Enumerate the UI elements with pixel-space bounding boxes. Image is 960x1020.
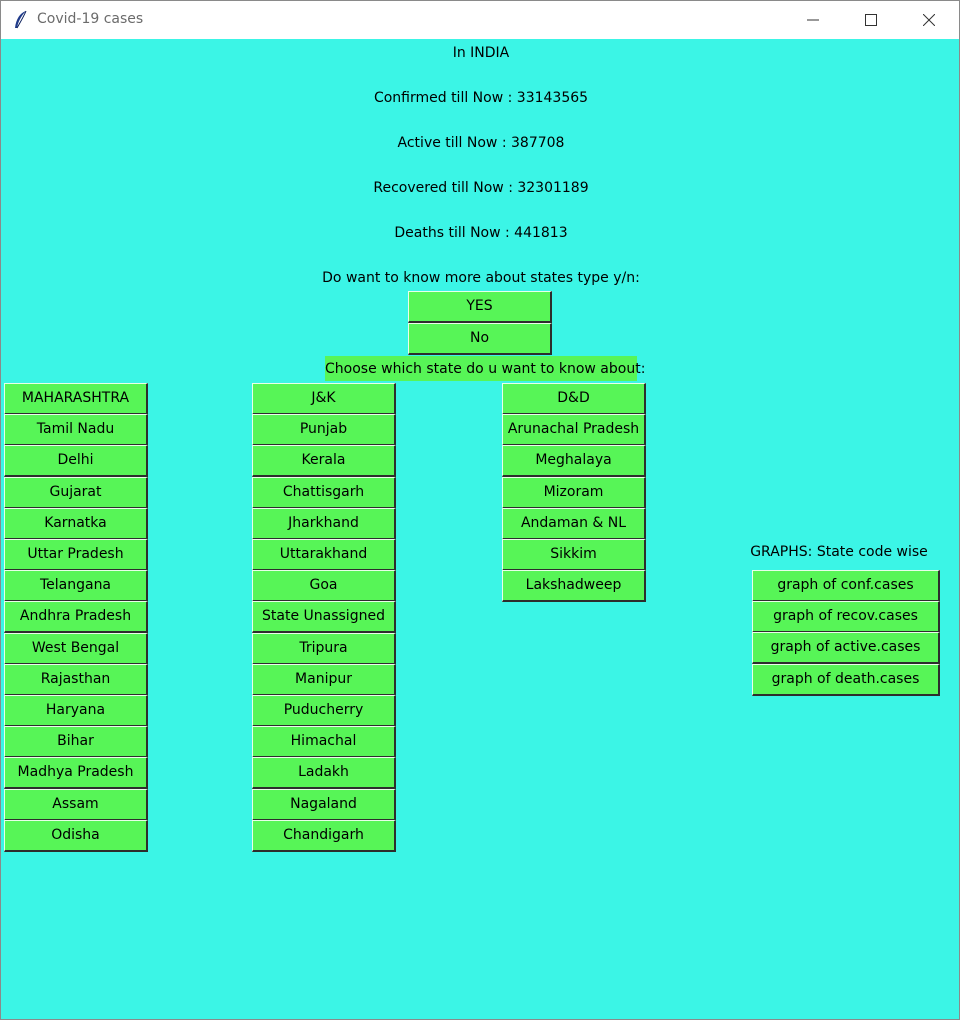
- state-button-punjab[interactable]: Punjab: [252, 414, 396, 447]
- state-button-tamil-nadu[interactable]: Tamil Nadu: [4, 414, 148, 447]
- state-button-meghalaya[interactable]: Meghalaya: [502, 445, 646, 478]
- state-button-chandigarh[interactable]: Chandigarh: [252, 819, 396, 852]
- recovered-count: Recovered till Now : 32301189: [373, 180, 589, 196]
- state-button-madhya-pradesh[interactable]: Madhya Pradesh: [4, 757, 148, 790]
- state-button-j-k[interactable]: J&K: [252, 383, 396, 415]
- feather-icon: [13, 10, 29, 30]
- state-button-telangana[interactable]: Telangana: [4, 570, 148, 603]
- state-button-kerala[interactable]: Kerala: [252, 445, 396, 478]
- active-count: Active till Now : 387708: [397, 135, 565, 151]
- confirmed-count: Confirmed till Now : 33143565: [373, 90, 589, 106]
- state-button-arunachal-pradesh[interactable]: Arunachal Pradesh: [502, 414, 646, 447]
- state-button-karnatka[interactable]: Karnatka: [4, 507, 148, 540]
- graph-active-button[interactable]: graph of active.cases: [752, 632, 940, 665]
- state-button-bihar[interactable]: Bihar: [4, 726, 148, 759]
- graph-confirmed-button[interactable]: graph of conf.cases: [752, 570, 940, 602]
- state-button-odisha[interactable]: Odisha: [4, 819, 148, 852]
- deaths-count: Deaths till Now : 441813: [394, 225, 568, 241]
- choose-state-label: Choose which state do u want to know abo…: [325, 356, 645, 381]
- main-area: In INDIA Confirmed till Now : 33143565 A…: [1, 39, 959, 1019]
- state-button-ladakh[interactable]: Ladakh: [252, 757, 396, 790]
- state-button-haryana[interactable]: Haryana: [4, 695, 148, 727]
- close-button[interactable]: [906, 1, 952, 39]
- state-button-maharashtra[interactable]: MAHARASHTRA: [4, 383, 148, 415]
- app-window: Covid-19 cases In INDIA Confirmed till N…: [0, 0, 960, 1020]
- state-button-rajasthan[interactable]: Rajasthan: [4, 663, 148, 696]
- state-button-puducherry[interactable]: Puducherry: [252, 695, 396, 727]
- state-button-jharkhand[interactable]: Jharkhand: [252, 507, 396, 540]
- window-title: Covid-19 cases: [37, 11, 144, 27]
- state-button-andaman-nl[interactable]: Andaman & NL: [502, 507, 646, 540]
- title-bar[interactable]: Covid-19 cases: [1, 1, 959, 39]
- state-button-goa[interactable]: Goa: [252, 570, 396, 603]
- state-button-west-bengal[interactable]: West Bengal: [4, 632, 148, 665]
- state-button-uttar-pradesh[interactable]: Uttar Pradesh: [4, 539, 148, 571]
- state-button-mizoram[interactable]: Mizoram: [502, 476, 646, 509]
- state-button-manipur[interactable]: Manipur: [252, 663, 396, 696]
- state-button-d-d[interactable]: D&D: [502, 383, 646, 415]
- state-button-delhi[interactable]: Delhi: [4, 445, 148, 478]
- state-button-himachal[interactable]: Himachal: [252, 726, 396, 759]
- graphs-heading: GRAPHS: State code wise: [750, 544, 928, 560]
- state-button-chattisgarh[interactable]: Chattisgarh: [252, 476, 396, 509]
- maximize-button[interactable]: [848, 1, 894, 39]
- state-button-tripura[interactable]: Tripura: [252, 632, 396, 665]
- state-button-uttarakhand[interactable]: Uttarakhand: [252, 539, 396, 571]
- state-button-lakshadweep[interactable]: Lakshadweep: [502, 570, 646, 603]
- minimize-button[interactable]: [790, 1, 836, 39]
- state-button-state-unassigned[interactable]: State Unassigned: [252, 601, 396, 634]
- state-button-gujarat[interactable]: Gujarat: [4, 476, 148, 509]
- state-button-sikkim[interactable]: Sikkim: [502, 539, 646, 571]
- states-question: Do want to know more about states type y…: [322, 270, 640, 286]
- state-button-assam[interactable]: Assam: [4, 788, 148, 821]
- state-button-andhra-pradesh[interactable]: Andhra Pradesh: [4, 601, 148, 634]
- no-button[interactable]: No: [408, 323, 552, 355]
- yes-button[interactable]: YES: [408, 291, 552, 323]
- country-label: In INDIA: [452, 45, 510, 61]
- graph-recovered-button[interactable]: graph of recov.cases: [752, 601, 940, 634]
- state-button-nagaland[interactable]: Nagaland: [252, 788, 396, 821]
- graph-deaths-button[interactable]: graph of death.cases: [752, 663, 940, 696]
